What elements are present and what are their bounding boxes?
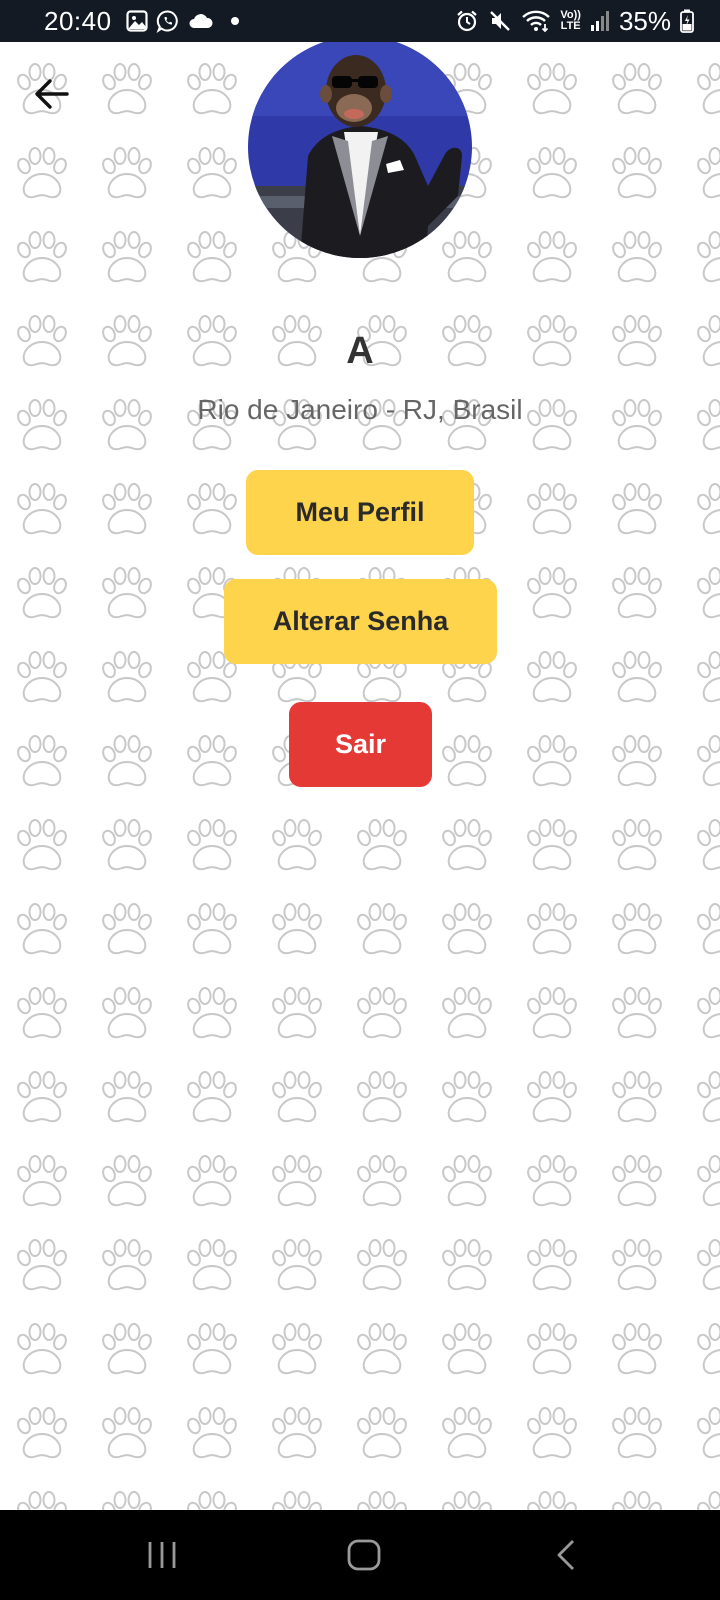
profile-location: Rio de Janeiro - RJ, Brasil (197, 394, 523, 425)
home-button[interactable] (336, 1527, 392, 1583)
status-notification-icons (125, 9, 240, 33)
arrow-left-icon (35, 79, 69, 109)
battery-icon (680, 9, 694, 33)
profile-screen: A Rio de Janeiro - RJ, Brasil Meu Perfil… (0, 42, 720, 1510)
image-icon (125, 10, 148, 32)
avatar[interactable] (248, 42, 472, 258)
logout-button[interactable]: Sair (289, 702, 432, 787)
mute-icon (488, 9, 512, 33)
back-nav-icon (557, 1540, 574, 1570)
volte-label-bottom: LTE (560, 20, 581, 32)
avatar-photo (248, 42, 472, 258)
recent-apps-button[interactable] (134, 1527, 190, 1583)
status-time: 20:40 (44, 5, 112, 36)
status-system-icons: Vo)) LTE 35% (455, 6, 694, 37)
battery-percent: 35% (618, 5, 671, 36)
dot-icon (230, 16, 240, 26)
whatsapp-icon (156, 9, 180, 33)
back-button[interactable] (28, 70, 76, 118)
wifi-icon (521, 9, 551, 33)
signal-icon (590, 10, 610, 32)
status-bar: 20:40 Vo)) LTE 35% (0, 0, 720, 42)
volte-icon: Vo)) LTE (560, 10, 581, 32)
navigation-bar (0, 1510, 720, 1600)
profile-name: A (346, 330, 374, 372)
recent-apps-icon (148, 1542, 176, 1568)
my-profile-button[interactable]: Meu Perfil (246, 470, 474, 555)
change-password-button[interactable]: Alterar Senha (224, 579, 497, 664)
back-nav-button[interactable] (538, 1527, 594, 1583)
home-icon (347, 1539, 381, 1571)
alarm-icon (455, 9, 479, 33)
cloud-icon (188, 11, 214, 31)
